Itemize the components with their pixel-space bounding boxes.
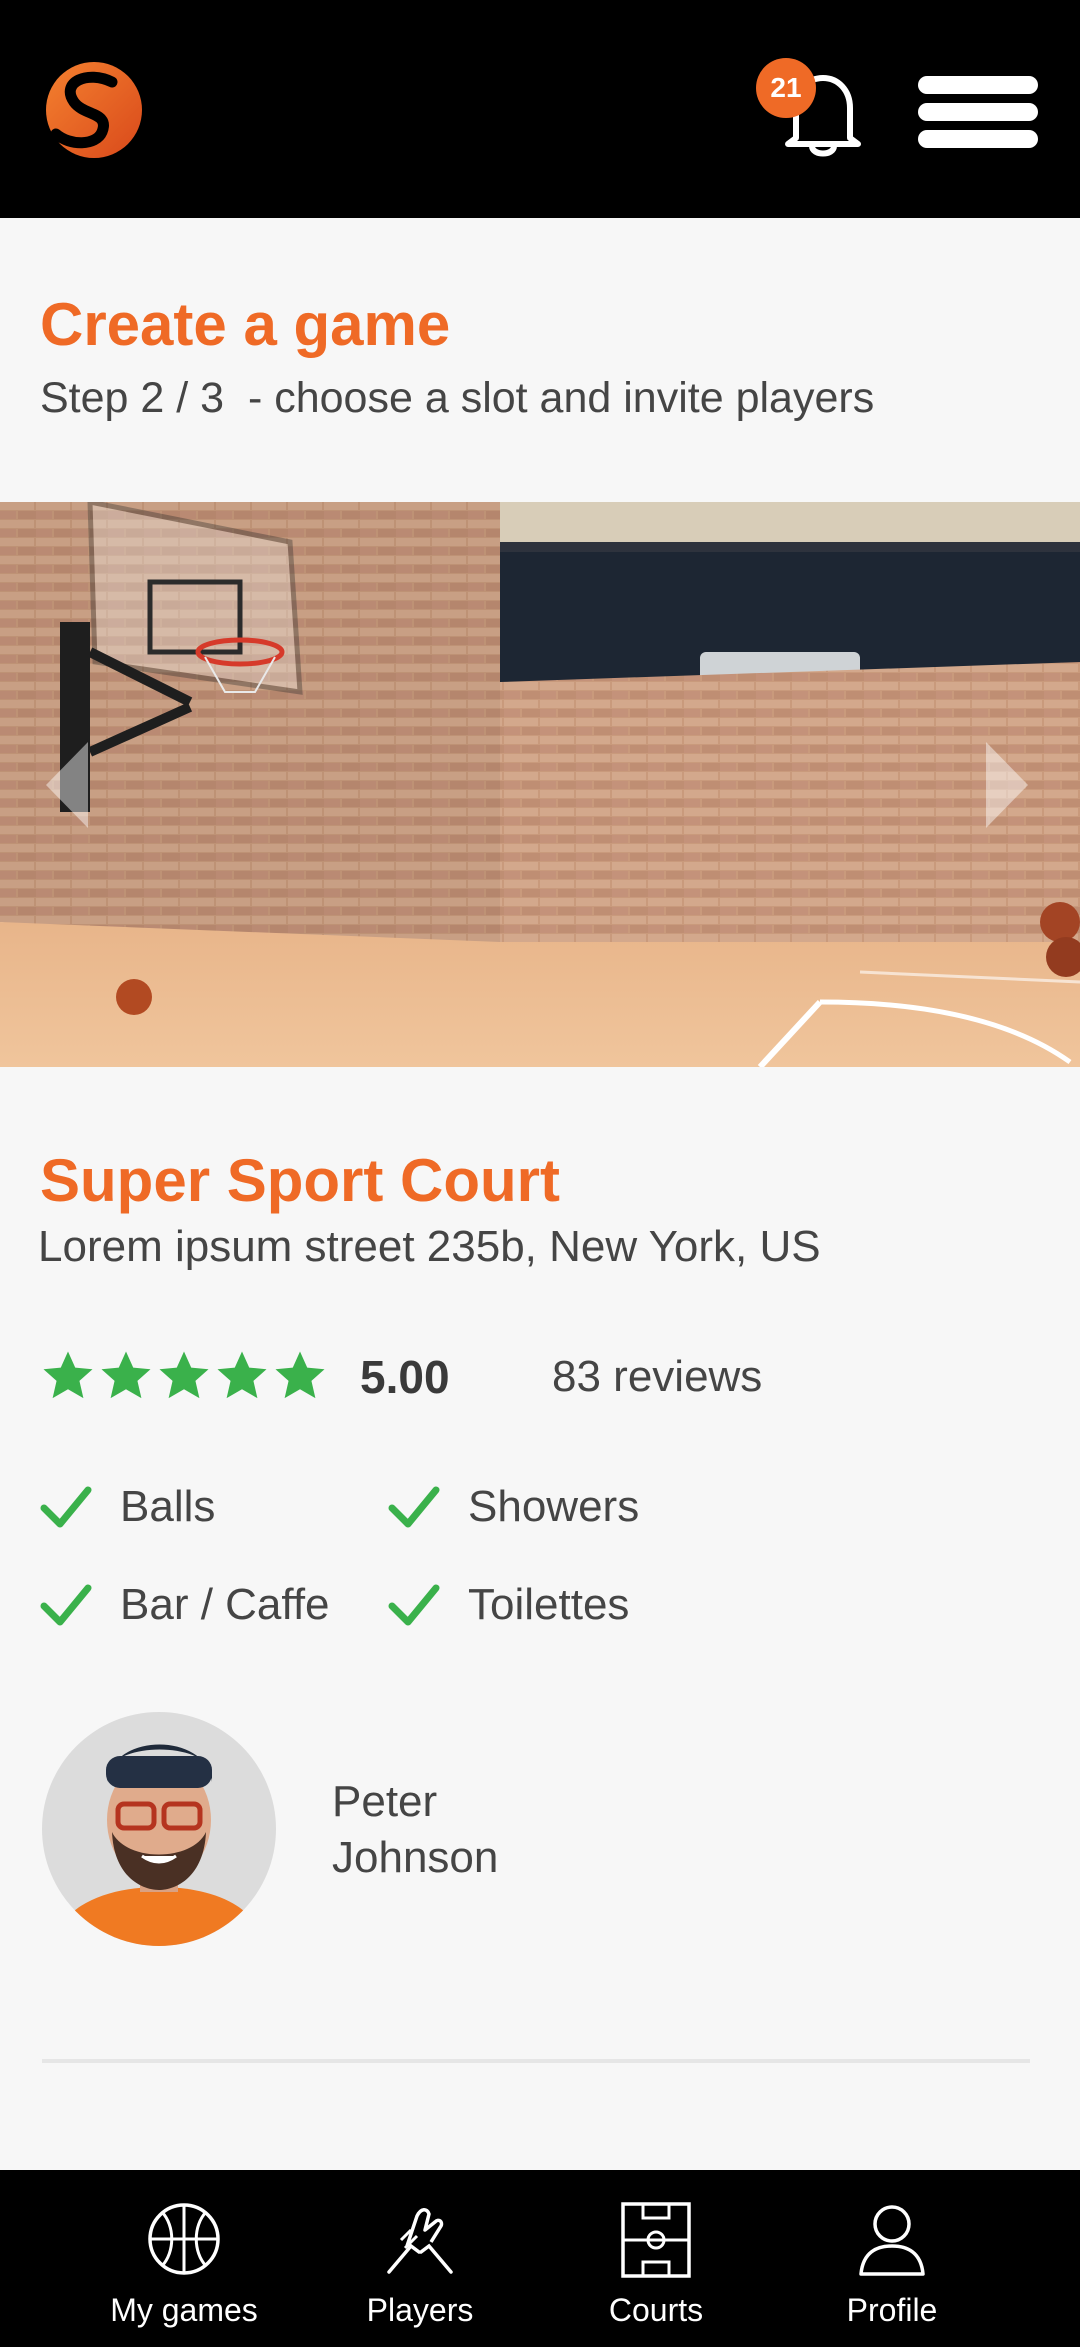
check-icon	[388, 1584, 440, 1626]
nav-label: Profile	[846, 2292, 938, 2328]
amenity-balls: Balls	[40, 1482, 215, 1532]
rating-value: 5.00	[360, 1351, 450, 1403]
court-photo-carousel[interactable]	[0, 502, 1080, 1067]
amenity-label: Balls	[120, 1482, 216, 1531]
amenity-label: Toilettes	[468, 1580, 630, 1629]
nav-players[interactable]: Players	[310, 2170, 530, 2347]
user-icon	[859, 2205, 925, 2276]
court-icon	[621, 2202, 691, 2278]
court-address: Lorem ipsum street 235b, New York, US	[38, 1222, 821, 1271]
star-icon	[275, 1351, 325, 1399]
hamburger-menu-icon[interactable]	[918, 76, 1038, 148]
page-title: Create a game	[40, 291, 451, 358]
star-icon	[101, 1351, 151, 1399]
nav-my-games[interactable]: My games	[74, 2170, 294, 2347]
nav-courts[interactable]: Courts	[546, 2170, 766, 2347]
basketball-icon	[148, 2203, 220, 2275]
handshake-icon	[387, 2208, 453, 2274]
notification-badge[interactable]: 21	[756, 58, 816, 118]
host-last-name: Johnson	[332, 1833, 499, 1882]
amenity-showers: Showers	[388, 1482, 639, 1532]
app-logo[interactable]	[40, 60, 144, 160]
rating-stars	[40, 1348, 328, 1404]
court-name: Super Sport Court	[40, 1147, 560, 1214]
amenity-label: Bar / Caffe	[120, 1580, 330, 1629]
divider	[42, 2059, 1030, 2063]
top-bar: 21	[0, 0, 1080, 218]
amenity-toilettes: Toilettes	[388, 1580, 629, 1630]
star-icon	[217, 1351, 267, 1399]
check-icon	[40, 1486, 92, 1528]
carousel-prev-icon[interactable]	[42, 738, 92, 832]
amenity-label: Showers	[468, 1482, 640, 1531]
check-icon	[388, 1486, 440, 1528]
nav-label: Courts	[608, 2292, 704, 2328]
carousel-next-icon[interactable]	[982, 738, 1032, 832]
star-icon	[43, 1351, 93, 1399]
reviews-link[interactable]: 83 reviews	[552, 1352, 762, 1402]
nav-label: My games	[110, 2292, 258, 2328]
nav-profile[interactable]: Profile	[782, 2170, 1002, 2347]
step-subtitle: Step 2 / 3 - choose a slot and invite pl…	[40, 374, 875, 422]
court-photo	[0, 502, 1080, 1067]
check-icon	[40, 1584, 92, 1626]
host-first-name: Peter	[332, 1777, 438, 1826]
nav-label: Players	[366, 2292, 474, 2328]
avatar[interactable]	[42, 1712, 276, 1946]
bottom-navigation: My games Players Courts Profile	[0, 2170, 1080, 2347]
avatar-photo	[42, 1712, 276, 1946]
host-name: Peter Johnson	[332, 1774, 498, 1886]
star-icon	[159, 1351, 209, 1399]
amenity-bar-caffe: Bar / Caffe	[40, 1580, 330, 1630]
